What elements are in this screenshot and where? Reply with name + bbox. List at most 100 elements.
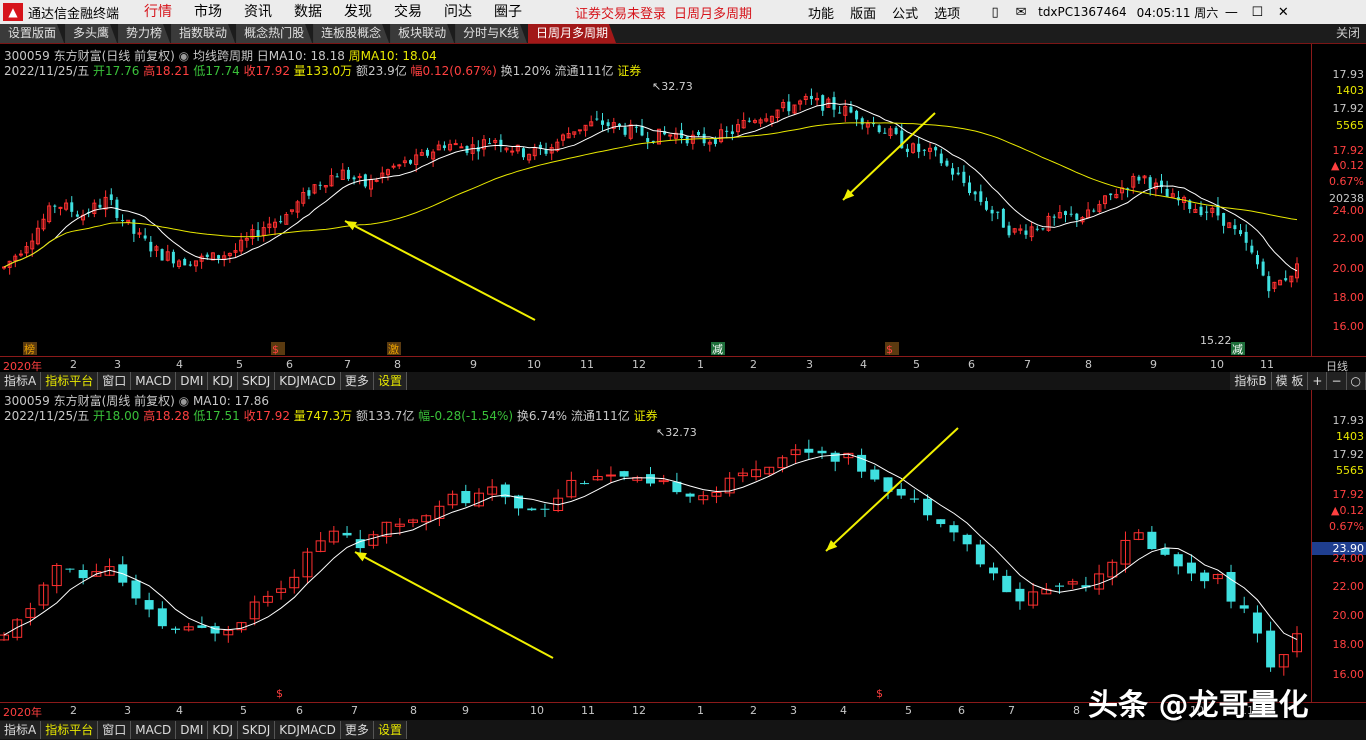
menu-hangqing[interactable]: 行情 xyxy=(133,0,183,24)
candle-body xyxy=(346,169,350,179)
time-axis-label: 2020年 xyxy=(3,706,42,719)
candle-body xyxy=(877,125,881,133)
candle-body xyxy=(1055,585,1065,587)
kdj-button[interactable]: KDJ xyxy=(208,372,239,390)
lock-icon[interactable]: ▯ xyxy=(982,5,1008,20)
daily-kline-chart[interactable]: ↖32.73 15.22 榜 $ 激 减 $ 减 xyxy=(0,78,1311,358)
candle-body xyxy=(318,184,322,186)
quote-sector[interactable]: 证券 xyxy=(634,409,658,423)
quote-sector[interactable]: 证券 xyxy=(617,64,641,78)
skdj-button[interactable]: SKDJ xyxy=(238,721,276,739)
kdjmacd-button[interactable]: KDJMACD xyxy=(275,721,341,739)
indicator-a-button[interactable]: 指标A xyxy=(0,721,42,739)
tab-fenshi[interactable]: 分时与K线 xyxy=(455,24,527,43)
candle-body xyxy=(540,508,550,510)
minimize-icon[interactable]: — xyxy=(1218,5,1244,20)
settings-button[interactable]: 设置 xyxy=(373,372,407,390)
time-axis-label: 8 xyxy=(394,358,401,371)
candle-body xyxy=(1255,254,1259,265)
close-icon[interactable]: ✕ xyxy=(1270,5,1296,20)
menu-jiaoyi[interactable]: 交易 xyxy=(383,0,433,24)
candle-body xyxy=(160,249,164,261)
quote-float: 流通111亿 xyxy=(570,409,630,423)
time-axis-label: 12 xyxy=(632,704,646,717)
menu-quanzi[interactable]: 圈子 xyxy=(483,0,533,24)
candle-body xyxy=(2,266,6,269)
menu-shuju[interactable]: 数据 xyxy=(283,0,333,24)
indicator-toolbar-1: 指标A 指标平台 窗口 MACD DMI KDJ SKDJ KDJMACD 更多… xyxy=(0,372,1366,390)
tab-shezhi[interactable]: 设置版面 xyxy=(0,24,64,43)
event-marker: $ xyxy=(276,687,283,700)
indicator-icon[interactable]: ◉ xyxy=(179,394,189,408)
menu-faxian[interactable]: 发现 xyxy=(333,0,383,24)
login-notice[interactable]: 证券交易未登录 xyxy=(575,3,666,22)
tab-bankuai[interactable]: 板块联动 xyxy=(390,24,454,43)
candle-body xyxy=(409,160,413,164)
dmi-button[interactable]: DMI xyxy=(176,721,209,739)
time-axis-label: 1 xyxy=(697,704,704,717)
candle-body xyxy=(1069,213,1073,215)
indicator-a-button[interactable]: 指标A xyxy=(0,372,42,390)
tab-gainianremen[interactable]: 概念热门股 xyxy=(236,24,312,43)
dmi-button[interactable]: DMI xyxy=(176,372,209,390)
kdjmacd-button[interactable]: KDJMACD xyxy=(275,372,341,390)
circle-icon[interactable]: ○ xyxy=(1346,372,1366,390)
quote-change: 幅0.12(0.67%) xyxy=(410,64,497,78)
tab-duotouying[interactable]: 多头鹰 xyxy=(65,24,117,43)
candle-body xyxy=(1199,206,1203,216)
candle-body xyxy=(453,143,458,146)
week-ma-value: MA10: 17.86 xyxy=(192,394,269,408)
tab-lianban[interactable]: 连板股概念 xyxy=(313,24,389,43)
app-logo-icon: ▲ xyxy=(3,3,23,21)
weekly-kline-chart[interactable]: ↖32.73 $ $ xyxy=(0,422,1311,702)
tab-zhishuliandong[interactable]: 指数联动 xyxy=(171,24,235,43)
indicator-platform-button[interactable]: 指标平台 xyxy=(41,721,99,739)
menu-gongneng[interactable]: 功能 xyxy=(800,3,842,22)
more-button[interactable]: 更多 xyxy=(340,372,374,390)
kdj-button[interactable]: KDJ xyxy=(208,721,239,739)
quote-high: 高18.28 xyxy=(143,409,190,423)
skdj-button[interactable]: SKDJ xyxy=(238,372,276,390)
message-icon[interactable]: ✉ xyxy=(1008,5,1034,20)
zoom-out-icon[interactable]: − xyxy=(1327,372,1347,390)
window-button[interactable]: 窗口 xyxy=(98,721,132,739)
menu-zixun[interactable]: 资讯 xyxy=(233,0,283,24)
time-axis-label: 4 xyxy=(840,704,847,717)
template-button[interactable]: 模 板 xyxy=(1271,372,1309,390)
candle-body xyxy=(984,201,988,210)
close-tab-button[interactable]: 关闭 xyxy=(1336,24,1366,43)
candle-body xyxy=(75,214,79,217)
candle-body xyxy=(1173,554,1183,567)
quote-volume: 量747.3万 xyxy=(293,409,353,423)
indicator-b-button[interactable]: 指标B xyxy=(1230,372,1272,390)
event-marker: $ xyxy=(886,343,893,356)
time-axis-label: 2 xyxy=(750,358,757,371)
tab-rizhouyue[interactable]: 日周月多周期 xyxy=(528,24,616,43)
candle-body xyxy=(934,147,938,151)
candle-body xyxy=(1109,193,1113,196)
menu-banmian[interactable]: 版面 xyxy=(842,3,884,22)
time-axis-label: 4 xyxy=(860,358,867,371)
time-axis-label: 4 xyxy=(176,358,183,371)
candle-body xyxy=(640,125,644,136)
macd-button[interactable]: MACD xyxy=(131,721,177,739)
indicator-platform-button[interactable]: 指标平台 xyxy=(41,372,99,390)
indicator-icon[interactable]: ◉ xyxy=(179,49,189,63)
maximize-icon[interactable]: ☐ xyxy=(1244,5,1270,20)
time-axis-label: 3 xyxy=(114,358,121,371)
tab-shilibang[interactable]: 势力榜 xyxy=(118,24,170,43)
menu-shichang[interactable]: 市场 xyxy=(183,0,233,24)
menu-gongshi[interactable]: 公式 xyxy=(884,3,926,22)
zoom-in-icon[interactable]: + xyxy=(1308,372,1328,390)
indicator-name[interactable]: 均线跨周期 xyxy=(193,49,253,63)
annotation-arrow-line xyxy=(344,220,536,321)
time-axis-label: 3 xyxy=(790,704,797,717)
settings-button[interactable]: 设置 xyxy=(373,721,407,739)
axis-value: 0.67% xyxy=(1329,175,1364,188)
more-button[interactable]: 更多 xyxy=(340,721,374,739)
macd-button[interactable]: MACD xyxy=(131,372,177,390)
menu-xuanxiang[interactable]: 选项 xyxy=(926,3,968,22)
window-button[interactable]: 窗口 xyxy=(98,372,132,390)
menu-wenda[interactable]: 问达 xyxy=(433,0,483,24)
candle-body xyxy=(606,122,610,127)
